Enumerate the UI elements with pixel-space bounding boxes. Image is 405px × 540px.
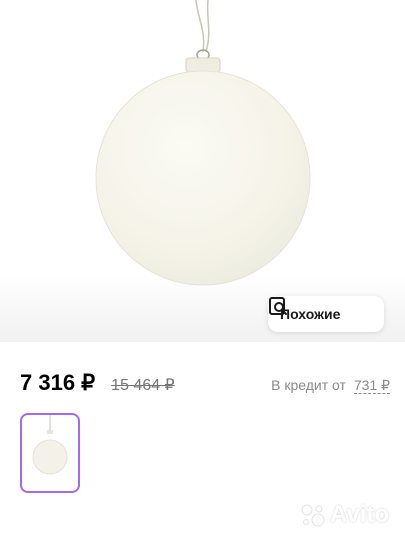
price-row: 7 316 ₽ 15 464 ₽ В кредит от 731 ₽ bbox=[20, 370, 390, 398]
product-image[interactable]: Похожие bbox=[0, 0, 405, 342]
gallery-thumbnail[interactable] bbox=[20, 413, 80, 493]
avito-watermark: Avito bbox=[300, 498, 395, 532]
thumbnail-ornament-image bbox=[32, 415, 68, 475]
current-price: 7 316 ₽ bbox=[20, 370, 96, 395]
similar-button[interactable]: Похожие bbox=[268, 296, 384, 332]
credit-label: В кредит от bbox=[271, 377, 346, 393]
avito-watermark-text: Avito bbox=[330, 501, 390, 528]
ornament-image bbox=[95, 0, 311, 286]
similar-button-label: Похожие bbox=[280, 306, 341, 322]
credit-value[interactable]: 731 ₽ bbox=[353, 377, 390, 394]
search-similar-icon bbox=[269, 297, 287, 315]
credit-offer[interactable]: В кредит от 731 ₽ bbox=[271, 377, 390, 394]
avito-logo-icon bbox=[301, 504, 325, 527]
old-price: 15 464 ₽ bbox=[111, 377, 175, 394]
